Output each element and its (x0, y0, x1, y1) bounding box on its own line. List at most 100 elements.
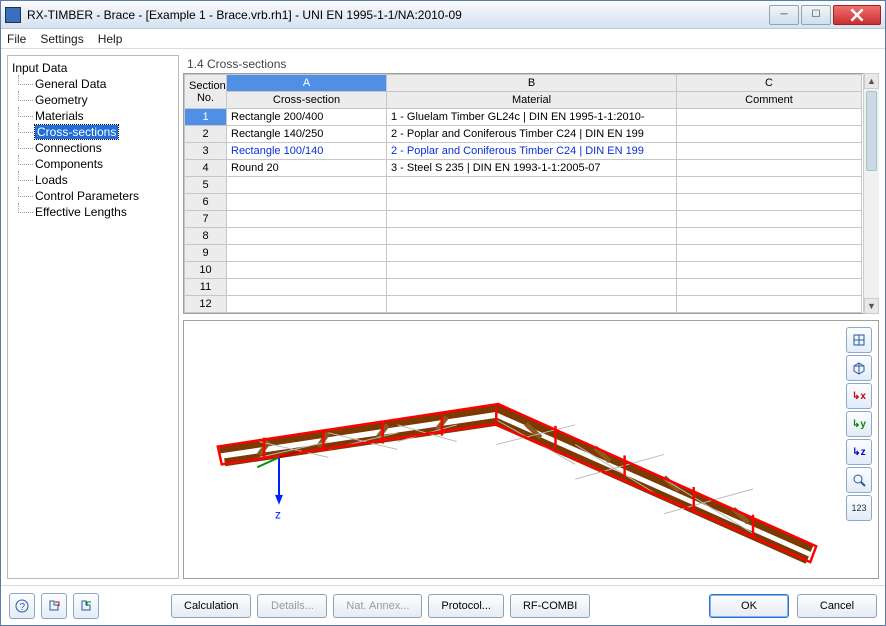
close-button[interactable] (833, 5, 881, 25)
col-comment[interactable]: Comment (677, 92, 862, 109)
cell-b[interactable] (387, 245, 677, 262)
cell-a[interactable]: Rectangle 200/400 (227, 109, 387, 126)
row-header[interactable]: 5 (185, 177, 227, 194)
import-icon[interactable] (41, 593, 67, 619)
cell-b[interactable] (387, 262, 677, 279)
cell-a[interactable] (227, 296, 387, 313)
view-y-icon[interactable]: ↳y (846, 411, 872, 437)
cell-b[interactable] (387, 228, 677, 245)
col-letter-a[interactable]: A (227, 75, 387, 92)
table-row[interactable]: 12 (185, 296, 862, 313)
row-header[interactable]: 8 (185, 228, 227, 245)
cell-c[interactable] (677, 160, 862, 177)
cell-a[interactable]: Rectangle 140/250 (227, 126, 387, 143)
scroll-down-icon[interactable]: ▼ (864, 298, 879, 314)
cell-a[interactable] (227, 228, 387, 245)
cell-c[interactable] (677, 126, 862, 143)
menu-file[interactable]: File (7, 32, 26, 46)
maximize-button[interactable]: ☐ (801, 5, 831, 25)
table-row[interactable]: 7 (185, 211, 862, 228)
cell-a[interactable]: Rectangle 100/140 (227, 143, 387, 160)
scroll-up-icon[interactable]: ▲ (864, 73, 879, 89)
col-material[interactable]: Material (387, 92, 677, 109)
table-row[interactable]: 8 (185, 228, 862, 245)
row-header[interactable]: 4 (185, 160, 227, 177)
cell-c[interactable] (677, 228, 862, 245)
cell-c[interactable] (677, 211, 862, 228)
tree-root[interactable]: Input Data (10, 60, 176, 76)
cell-b[interactable]: 2 - Poplar and Coniferous Timber C24 | D… (387, 126, 677, 143)
cell-c[interactable] (677, 109, 862, 126)
cell-c[interactable] (677, 279, 862, 296)
cell-a[interactable] (227, 245, 387, 262)
cell-a[interactable] (227, 279, 387, 296)
tree-item-cross-sections[interactable]: Cross-sections (14, 124, 176, 140)
table-row[interactable]: 11 (185, 279, 862, 296)
row-header[interactable]: 1 (185, 109, 227, 126)
cell-b[interactable] (387, 296, 677, 313)
minimize-button[interactable]: ─ (769, 5, 799, 25)
view-grid-icon[interactable] (846, 327, 872, 353)
grid-scrollbar[interactable]: ▲ ▼ (863, 73, 879, 314)
table-row[interactable]: 3Rectangle 100/1402 - Poplar and Conifer… (185, 143, 862, 160)
cell-c[interactable] (677, 262, 862, 279)
view-x-icon[interactable]: ↳x (846, 383, 872, 409)
tree-item-geometry[interactable]: Geometry (14, 92, 176, 108)
cell-c[interactable] (677, 245, 862, 262)
table-row[interactable]: 4Round 203 - Steel S 235 | DIN EN 1993-1… (185, 160, 862, 177)
row-header[interactable]: 6 (185, 194, 227, 211)
cell-c[interactable] (677, 177, 862, 194)
model-viewer[interactable]: z ↳x ↳y ↳z 123 (183, 320, 879, 579)
table-row[interactable]: 1Rectangle 200/4001 - Gluelam Timber GL2… (185, 109, 862, 126)
tree-item-effective-lengths[interactable]: Effective Lengths (14, 204, 176, 220)
table-row[interactable]: 6 (185, 194, 862, 211)
col-section-no[interactable]: Section No. (185, 75, 227, 109)
cell-c[interactable] (677, 194, 862, 211)
tree-item-control-parameters[interactable]: Control Parameters (14, 188, 176, 204)
export-icon[interactable] (73, 593, 99, 619)
cancel-button[interactable]: Cancel (797, 594, 877, 618)
help-icon[interactable]: ? (9, 593, 35, 619)
tree-item-general-data[interactable]: General Data (14, 76, 176, 92)
table-row[interactable]: 10 (185, 262, 862, 279)
tree-item-components[interactable]: Components (14, 156, 176, 172)
cell-a[interactable]: Round 20 (227, 160, 387, 177)
table-row[interactable]: 9 (185, 245, 862, 262)
protocol-button[interactable]: Protocol... (428, 594, 504, 618)
nat-annex-button[interactable]: Nat. Annex... (333, 594, 422, 618)
menu-settings[interactable]: Settings (40, 32, 83, 46)
cell-b[interactable] (387, 177, 677, 194)
ok-button[interactable]: OK (709, 594, 789, 618)
col-letter-b[interactable]: B (387, 75, 677, 92)
cell-c[interactable] (677, 296, 862, 313)
row-header[interactable]: 12 (185, 296, 227, 313)
view-iso-icon[interactable] (846, 355, 872, 381)
col-letter-c[interactable]: C (677, 75, 862, 92)
col-cross-section[interactable]: Cross-section (227, 92, 387, 109)
row-header[interactable]: 9 (185, 245, 227, 262)
cell-b[interactable] (387, 279, 677, 296)
table-row[interactable]: 5 (185, 177, 862, 194)
cell-a[interactable] (227, 177, 387, 194)
tree-item-loads[interactable]: Loads (14, 172, 176, 188)
zoom-icon[interactable] (846, 467, 872, 493)
cell-c[interactable] (677, 143, 862, 160)
cell-a[interactable] (227, 262, 387, 279)
cell-b[interactable]: 1 - Gluelam Timber GL24c | DIN EN 1995-1… (387, 109, 677, 126)
cell-a[interactable] (227, 194, 387, 211)
tree-item-connections[interactable]: Connections (14, 140, 176, 156)
row-header[interactable]: 10 (185, 262, 227, 279)
view-z-icon[interactable]: ↳z (846, 439, 872, 465)
row-header[interactable]: 3 (185, 143, 227, 160)
tree-item-materials[interactable]: Materials (14, 108, 176, 124)
cross-sections-grid[interactable]: Section No. A B C Cross-section Material… (183, 73, 879, 314)
cell-b[interactable] (387, 194, 677, 211)
menu-help[interactable]: Help (98, 32, 123, 46)
cell-b[interactable]: 3 - Steel S 235 | DIN EN 1993-1-1:2005-0… (387, 160, 677, 177)
cell-b[interactable] (387, 211, 677, 228)
calculation-button[interactable]: Calculation (171, 594, 251, 618)
rf-combi-button[interactable]: RF-COMBI (510, 594, 590, 618)
row-header[interactable]: 7 (185, 211, 227, 228)
labels-icon[interactable]: 123 (846, 495, 872, 521)
row-header[interactable]: 2 (185, 126, 227, 143)
